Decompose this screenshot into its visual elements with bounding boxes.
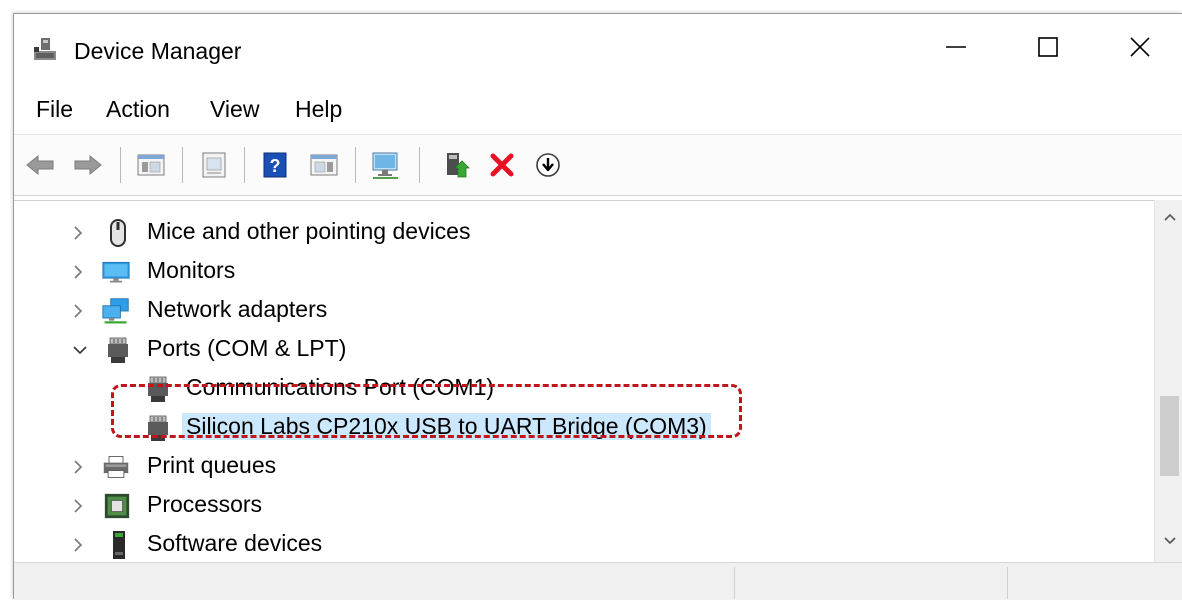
- toolbar: ?: [14, 134, 1182, 196]
- status-divider: [1007, 567, 1008, 599]
- update-driver-icon[interactable]: [440, 149, 472, 181]
- tree-item-label: Silicon Labs CP210x USB to UART Bridge (…: [182, 413, 711, 440]
- tree-item-label: Mice and other pointing devices: [147, 218, 471, 244]
- monitor-icon: [102, 258, 130, 286]
- vertical-scrollbar[interactable]: [1154, 200, 1182, 562]
- back-arrow-icon[interactable]: [24, 149, 56, 181]
- scan-hardware-icon[interactable]: [370, 149, 402, 181]
- tree-item-label: Software devices: [147, 530, 323, 556]
- chevron-right-icon[interactable]: [68, 533, 88, 557]
- title-bar[interactable]: Device Manager: [14, 14, 1182, 86]
- tree-item-silicon-labs-cp210x[interactable]: Silicon Labs CP210x USB to UART Bridge (…: [14, 410, 1154, 446]
- chevron-down-icon[interactable]: [70, 338, 90, 362]
- maximize-button[interactable]: [1018, 24, 1078, 74]
- tree-item-label: Communications Port (COM1): [186, 374, 495, 400]
- chevron-up-icon: [1162, 210, 1178, 228]
- menu-action[interactable]: Action: [102, 94, 174, 125]
- menu-view[interactable]: View: [206, 94, 263, 125]
- chevron-right-icon[interactable]: [68, 455, 88, 479]
- tree-item-mice[interactable]: Mice and other pointing devices: [14, 215, 1154, 251]
- status-bar: [14, 562, 1182, 600]
- toolbar-separator: [419, 147, 420, 183]
- mouse-icon: [104, 219, 132, 247]
- disable-device-icon[interactable]: [532, 149, 564, 181]
- network-adapter-icon: [102, 297, 130, 325]
- tree-item-label: Processors: [147, 491, 263, 517]
- processor-icon: [103, 492, 131, 520]
- properties-icon[interactable]: [198, 149, 230, 181]
- toolbar-separator: [244, 147, 245, 183]
- show-hide-console-tree-icon[interactable]: [135, 149, 167, 181]
- maximize-icon: [1036, 35, 1060, 64]
- chevron-right-icon[interactable]: [68, 494, 88, 518]
- tree-item-software-devices[interactable]: Software devices: [14, 527, 1154, 562]
- tree-item-ports[interactable]: Ports (COM & LPT): [14, 332, 1154, 368]
- chevron-right-icon[interactable]: [68, 299, 88, 323]
- device-manager-window: Device Manager File Action View Help ? M…: [13, 13, 1182, 600]
- scroll-up-button[interactable]: [1155, 200, 1182, 238]
- menu-help[interactable]: Help: [291, 94, 346, 125]
- chevron-right-icon[interactable]: [68, 260, 88, 284]
- tree-item-label: Monitors: [147, 257, 236, 283]
- chevron-right-icon[interactable]: [68, 221, 88, 245]
- menu-bar: File Action View Help: [14, 92, 1182, 128]
- toolbar-separator: [355, 147, 356, 183]
- software-device-icon: [105, 531, 133, 559]
- tree-item-network-adapters[interactable]: Network adapters: [14, 293, 1154, 329]
- tree-item-label: Ports (COM & LPT): [147, 335, 347, 361]
- status-pane-main: [14, 567, 734, 597]
- toolbar-separator: [182, 147, 183, 183]
- tree-item-communications-port[interactable]: Communications Port (COM1): [14, 371, 1154, 407]
- uninstall-device-icon[interactable]: [486, 149, 518, 181]
- close-button[interactable]: [1110, 24, 1170, 74]
- tree-item-processors[interactable]: Processors: [14, 488, 1154, 524]
- minimize-icon: [944, 35, 968, 64]
- tree-item-monitors[interactable]: Monitors: [14, 254, 1154, 290]
- printer-icon: [102, 453, 130, 481]
- window-title: Device Manager: [74, 38, 242, 64]
- close-icon: [1128, 35, 1152, 64]
- tree-item-print-queues[interactable]: Print queues: [14, 449, 1154, 485]
- show-action-pane-icon[interactable]: [308, 149, 340, 181]
- toolbar-separator: [120, 147, 121, 183]
- chevron-down-icon: [1162, 534, 1178, 552]
- port-icon: [144, 414, 172, 442]
- status-pane-secondary: [735, 567, 1007, 597]
- tree-item-label: Print queues: [147, 452, 277, 478]
- menu-file[interactable]: File: [32, 94, 77, 125]
- device-tree: Mice and other pointing devices Monitors…: [14, 200, 1154, 562]
- svg-text:?: ?: [270, 156, 281, 176]
- device-manager-icon: [32, 36, 58, 62]
- forward-arrow-icon[interactable]: [72, 149, 104, 181]
- port-icon: [144, 375, 172, 403]
- scrollbar-thumb[interactable]: [1160, 396, 1179, 476]
- help-icon[interactable]: ?: [259, 149, 291, 181]
- minimize-button[interactable]: [926, 24, 986, 74]
- port-icon: [104, 336, 132, 364]
- tree-item-label: Network adapters: [147, 296, 328, 322]
- scroll-down-button[interactable]: [1155, 524, 1182, 562]
